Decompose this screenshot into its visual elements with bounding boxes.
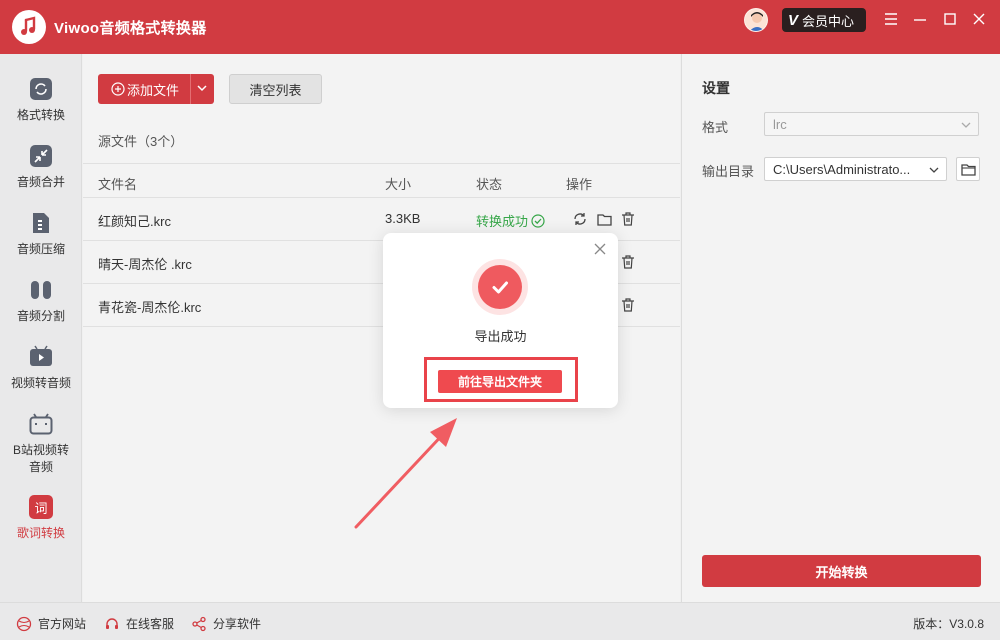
sidebar-item-label: 视频转音频 [10,376,71,390]
output-dir-select[interactable]: C:\Users\Administrato... [764,157,947,181]
sidebar-item-label: 格式转换 [16,108,65,122]
title-bar: Viwoo音频格式转换器 V 会员中心 [0,0,1000,54]
split-icon [28,277,54,303]
source-file-count: 源文件（3个） [98,134,184,149]
format-convert-icon [28,76,54,102]
headset-icon [104,616,120,632]
app-title: Viwoo音频格式转换器 [54,20,207,37]
menu-icon[interactable] [882,10,900,28]
file-status: 转换成功 [476,211,545,230]
export-success-dialog: 导出成功 前往导出文件夹 [383,233,618,408]
trash-icon[interactable] [619,210,637,228]
open-export-folder-button[interactable]: 前往导出文件夹 [438,370,562,393]
add-file-button[interactable]: 添加文件 [98,74,214,104]
sidebar-item-format-convert[interactable]: 格式转换 [0,76,82,123]
close-icon[interactable] [970,10,988,28]
file-size: 3.3KB [385,211,421,226]
lyrics-icon: 词 [28,494,54,520]
format-value: lrc [773,116,787,132]
status-text: 转换成功 [476,214,529,229]
sidebar-item-split[interactable]: 音频分割 [0,277,82,324]
chevron-down-icon [928,164,940,179]
chevron-down-icon [960,119,972,134]
sidebar-item-bilibili[interactable]: B站视频转 音频 [0,411,82,475]
minimize-icon[interactable] [911,10,929,28]
close-icon[interactable] [592,241,608,257]
user-avatar[interactable] [744,8,768,32]
file-name: 晴天-周杰伦 .krc [98,257,192,272]
sidebar-item-label: 音频合并 [16,175,65,189]
maximize-icon[interactable] [941,10,959,28]
bilibili-icon [28,411,54,437]
share-software-link[interactable]: 分享软件 [191,615,261,632]
file-name: 青花瓷-周杰伦.krc [98,300,202,315]
check-circle-icon [531,213,545,228]
share-icon [191,616,207,632]
vip-center-button[interactable]: V 会员中心 [782,8,866,32]
folder-icon [960,163,976,176]
vip-icon: V [788,11,799,29]
column-header-size: 大小 [385,177,412,192]
app-logo-icon [12,10,46,44]
file-name: 红颜知己.krc [98,214,171,229]
dialog-message: 导出成功 [474,329,527,344]
add-file-label: 添加文件 [127,82,180,98]
sidebar-item-label: 歌词转换 [16,526,65,540]
trash-icon[interactable] [619,296,637,314]
trash-icon[interactable] [619,253,637,271]
clear-list-button[interactable]: 清空列表 [229,74,322,104]
sidebar-item-compress[interactable]: 音频压缩 [0,210,82,257]
row-actions [571,210,637,228]
vip-label: 会员中心 [802,13,855,29]
success-check-icon [478,265,522,309]
settings-panel: 设置 格式 lrc 输出目录 C:\Users\Administrato... … [681,54,1000,602]
sidebar-item-label: 音频分割 [16,309,65,323]
format-label: 格式 [702,120,729,135]
sidebar-item-lyrics[interactable]: 词 歌词转换 [0,494,82,541]
video-icon [28,344,54,370]
browse-folder-button[interactable] [956,157,980,181]
folder-icon[interactable] [595,210,613,228]
sidebar: 格式转换 音频合并 音频压缩 音频分割 视频转音频 B站视频转 音频 词 歌词转… [0,54,82,602]
column-header-actions: 操作 [566,177,593,192]
footer: 官方网站 在线客服 分享软件 版本：V3.0.8 [0,602,1000,640]
sidebar-item-label: 音频压缩 [16,242,65,256]
plus-circle-icon [111,82,125,96]
start-convert-button[interactable]: 开始转换 [702,555,981,587]
sidebar-item-label-line2: 音频 [28,460,53,474]
chevron-down-icon[interactable] [196,82,208,97]
official-website-link[interactable]: 官方网站 [16,615,86,632]
compress-icon [28,210,54,236]
format-select[interactable]: lrc [764,112,979,136]
sidebar-item-video-to-audio[interactable]: 视频转音频 [0,344,82,391]
output-dir-label: 输出目录 [702,164,755,179]
version-label: 版本：V3.0.8 [913,617,984,631]
table-header: 文件名 大小 状态 操作 [83,163,680,198]
globe-icon [16,616,32,632]
settings-title: 设置 [702,80,730,96]
refresh-icon[interactable] [571,210,589,228]
column-header-status: 状态 [476,177,503,192]
sidebar-item-merge[interactable]: 音频合并 [0,143,82,190]
online-support-link[interactable]: 在线客服 [104,615,174,632]
output-dir-value: C:\Users\Administrato... [773,161,911,177]
sidebar-item-label-line1: B站视频转 [12,443,69,457]
column-header-name: 文件名 [98,177,138,192]
merge-icon [28,143,54,169]
